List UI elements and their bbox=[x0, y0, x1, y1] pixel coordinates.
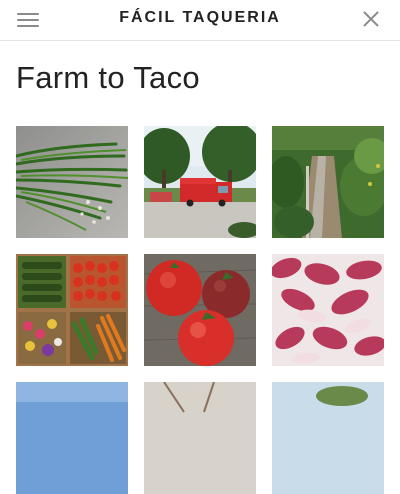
red-truck-photo bbox=[144, 126, 256, 238]
gallery-image-tomatoes[interactable] bbox=[144, 254, 256, 366]
close-icon[interactable] bbox=[362, 10, 380, 28]
gallery-image-vegetable-crates[interactable] bbox=[16, 254, 128, 366]
gallery-image-red-truck[interactable] bbox=[144, 126, 256, 238]
gallery-image-radishes[interactable] bbox=[272, 254, 384, 366]
branches-photo bbox=[144, 382, 256, 494]
site-title[interactable]: FÁCIL TAQUERIA bbox=[0, 0, 400, 36]
garden-path-photo bbox=[272, 126, 384, 238]
radishes-photo bbox=[272, 254, 384, 366]
trees-photo bbox=[272, 382, 384, 494]
sky-photo bbox=[16, 382, 128, 494]
tomatoes-photo bbox=[144, 254, 256, 366]
page-title: Farm to Taco bbox=[16, 60, 200, 95]
gallery-image-branches[interactable] bbox=[144, 382, 256, 494]
gallery-image-sky[interactable] bbox=[16, 382, 128, 494]
vegetable-crates-photo bbox=[16, 254, 128, 366]
gallery-image-green-onions[interactable] bbox=[16, 126, 128, 238]
gallery-image-garden-path[interactable] bbox=[272, 126, 384, 238]
green-onions-photo bbox=[16, 126, 128, 238]
top-navigation-bar: FÁCIL TAQUERIA bbox=[0, 0, 400, 41]
gallery-image-trees[interactable] bbox=[272, 382, 384, 494]
